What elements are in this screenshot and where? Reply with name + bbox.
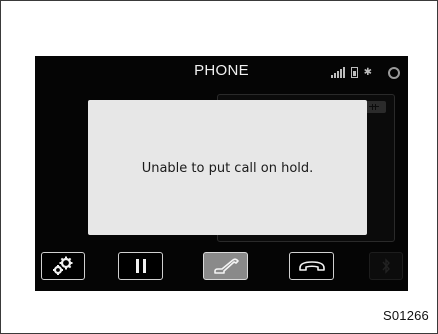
- settings-button[interactable]: [41, 252, 85, 280]
- button-bar: [35, 252, 408, 282]
- figure-id: S01266: [382, 308, 429, 323]
- figure-frame: PHONE ✱ Unable to put call on hold. S012…: [0, 0, 438, 334]
- hold-button[interactable]: [118, 252, 163, 280]
- signal-strength-icon: [330, 67, 345, 78]
- end-call-icon: [298, 261, 325, 271]
- handset-icon: [213, 258, 239, 274]
- message-dialog: Unable to put call on hold.: [88, 100, 367, 235]
- bluetooth-icon: ✱: [363, 67, 372, 78]
- end-call-button[interactable]: [289, 252, 334, 280]
- bluetooth-button[interactable]: [369, 252, 403, 280]
- hands-free-button[interactable]: [203, 252, 248, 280]
- battery-icon: [350, 67, 358, 78]
- bluetooth-icon: [382, 258, 390, 274]
- settings-icon: [388, 67, 400, 79]
- phone-screen: PHONE ✱ Unable to put call on hold.: [35, 56, 408, 291]
- dialog-message: Unable to put call on hold.: [141, 161, 314, 176]
- pause-icon: [135, 259, 146, 273]
- gears-icon: [53, 256, 73, 275]
- status-bar: ✱: [330, 66, 400, 79]
